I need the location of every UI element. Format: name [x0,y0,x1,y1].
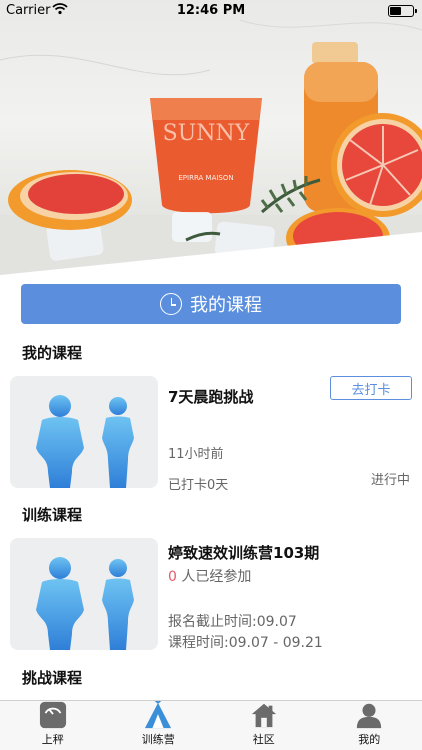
my-course-button-label: 我的课程 [190,295,262,316]
tab-label-community: 社区 [252,733,275,746]
tab-community[interactable]: 社区 [211,701,317,750]
training-course-time: 课程时间:09.07 - 09.21 [168,635,323,651]
status-time: 12:46 PM [176,3,246,18]
course-thumbnail-image[interactable] [10,376,158,488]
participant-count: 0 [168,569,177,585]
tab-mine[interactable]: 我的 [317,701,422,750]
battery-level-fill [390,7,401,15]
checkin-button[interactable]: 去打卡 [330,376,412,400]
body-silhouette-illustration [36,395,134,488]
tent-icon [145,701,172,729]
tab-training-camp[interactable]: 训练营 [106,701,212,750]
participant-suffix: 人已经参加 [181,569,252,585]
training-title[interactable]: 婷致速效训练营103期 [168,542,319,563]
glass-print-subtext: EPIRRA MAISON [178,174,233,182]
hero-banner-image: SUNNY EPIRRA MAISON [0,0,422,275]
section-title-training-courses: 训练课程 [22,506,83,524]
house-icon [251,703,276,728]
tab-weigh[interactable]: 上秤 [0,701,106,750]
tab-label-weigh: 上秤 [41,733,64,746]
training-participants: 0 人已经参加 [168,566,251,586]
battery-icon [388,5,417,17]
course-title[interactable]: 7天晨跑挑战 [168,386,253,407]
clock-icon [160,293,182,315]
training-deadline: 报名截止时间:09.07 [168,614,297,630]
course-checked-in-days: 已打卡0天 [168,478,229,493]
juice-photo: SUNNY EPIRRA MAISON [0,19,422,275]
course-status-label: 进行中 [370,473,410,488]
tab-label-training-camp: 训练营 [141,733,175,746]
section-title-my-courses: 我的课程 [22,344,83,362]
section-title-challenge-courses: 挑战课程 [22,669,83,687]
status-bar: Carrier 12:46 PM [0,0,422,22]
person-icon [357,703,382,729]
tab-label-mine: 我的 [358,733,381,746]
training-thumbnail-image[interactable] [10,538,158,650]
body-silhouette-illustration [36,557,134,650]
tab-bar: 上秤 训练营 社区 我的 [0,700,422,750]
glass-print-text: SUNNY [163,121,250,146]
scale-icon [39,701,66,729]
my-course-button[interactable]: 我的课程 [21,284,401,324]
course-time-ago: 11小时前 [168,447,224,462]
